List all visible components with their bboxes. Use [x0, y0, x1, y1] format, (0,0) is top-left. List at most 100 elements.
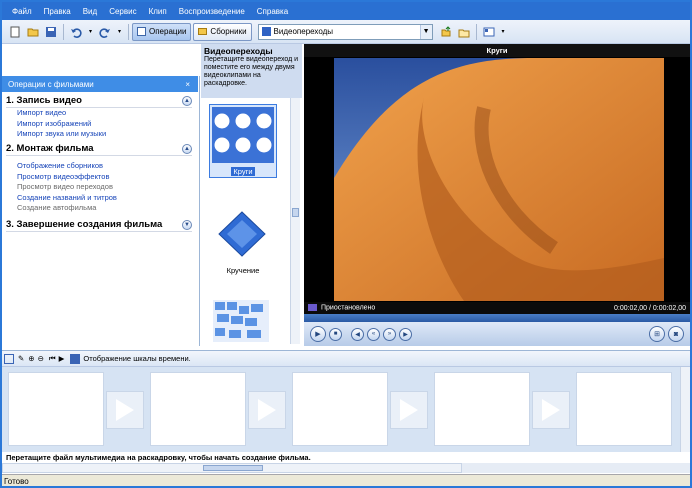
transition-circles[interactable]: Круги	[209, 104, 277, 178]
audio-levels-icon[interactable]: ✎	[18, 354, 24, 363]
seek-bar[interactable]	[304, 314, 690, 322]
timeline-icon[interactable]	[70, 353, 81, 364]
menu-clip[interactable]: Клип	[149, 7, 167, 16]
section-finish-title[interactable]: 3. Завершение создания фильма ▼	[6, 219, 192, 232]
rewind-storyboard-icon[interactable]: ⏮	[49, 354, 56, 364]
tasks-button[interactable]: Операции	[132, 22, 192, 41]
section-edit-label: 2. Монтаж фильма	[6, 143, 94, 154]
redo-dropdown-icon[interactable]: ▾	[116, 25, 123, 39]
storyboard-slot[interactable]	[150, 372, 246, 446]
toolbar-separator	[63, 23, 64, 40]
split-icon[interactable]: ⊞	[649, 326, 665, 342]
player-status-text: Приостановлено	[321, 304, 376, 312]
undo-dropdown-icon[interactable]: ▾	[87, 25, 94, 39]
player-icon	[308, 304, 317, 312]
forward-icon[interactable]: »	[383, 327, 396, 341]
movie-tasks-title: Операции с фильмами	[8, 79, 94, 89]
scrollbar-thumb[interactable]	[203, 465, 263, 471]
section-capture-title[interactable]: 1. Запись видео ▲	[6, 95, 192, 108]
next-frame-icon[interactable]: ▶	[399, 327, 412, 341]
section-capture: 1. Запись видео ▲ Импорт видео Импорт из…	[6, 95, 192, 140]
storyboard-toolbar: ✎ ⊕ ⊖ ⏮ ▶ Отображение шкалы времени.	[2, 350, 690, 367]
chevron-up-icon[interactable]: ▲	[182, 143, 192, 154]
section-edit-title[interactable]: 2. Монтаж фильма ▲	[6, 143, 192, 156]
tasks-icon	[137, 27, 146, 36]
open-folder-icon[interactable]	[26, 25, 40, 39]
arrow-icon	[116, 399, 134, 421]
rewind-icon[interactable]: «	[367, 327, 380, 341]
storyboard-slot[interactable]	[292, 372, 388, 446]
view-dropdown-icon[interactable]: ▾	[500, 25, 507, 39]
menu-view[interactable]: Вид	[83, 7, 97, 16]
transition-slot[interactable]	[106, 391, 144, 429]
player-status-bar: Приостановлено 0:00:02,00 / 0:00:02,00	[304, 302, 690, 314]
link-view-effects[interactable]: Просмотр видеоэффектов	[17, 172, 192, 183]
link-import-images[interactable]: Импорт изображений	[17, 119, 192, 130]
menu-edit[interactable]: Правка	[44, 7, 71, 16]
collection-select[interactable]: Видеопереходы ▼	[257, 23, 433, 40]
storyboard-slot[interactable]	[576, 372, 672, 446]
chevron-down-icon[interactable]: ▼	[419, 24, 432, 39]
link-view-transitions: Просмотр видео переходов	[17, 182, 113, 191]
collections-button[interactable]: Сборники	[193, 22, 252, 41]
new-folder-icon[interactable]	[457, 25, 471, 39]
arrow-icon	[258, 399, 276, 421]
preview-title: Круги	[304, 44, 690, 57]
new-project-icon[interactable]	[8, 25, 22, 39]
transition-slot[interactable]	[390, 391, 428, 429]
transitions-title: Видеопереходы	[204, 46, 273, 56]
previous-frame-icon[interactable]: ◀	[351, 327, 364, 341]
stop-icon[interactable]: ■	[329, 327, 342, 341]
circles-thumbnail-icon	[212, 107, 274, 163]
pane-top-area	[2, 44, 200, 76]
storyboard-hscroll[interactable]	[2, 463, 462, 473]
menu-file[interactable]: Файл	[12, 7, 32, 16]
transition-spin[interactable]: Кручение	[209, 204, 277, 280]
transition-third[interactable]	[209, 296, 277, 344]
play-icon[interactable]: ▶	[310, 326, 326, 342]
menu-tools[interactable]: Сервис	[109, 7, 136, 16]
link-import-video[interactable]: Импорт видео	[17, 108, 192, 119]
transition-slot[interactable]	[532, 391, 570, 429]
section-finish-label: 3. Завершение создания фильма	[6, 219, 163, 230]
show-timeline-label[interactable]: Отображение шкалы времени.	[83, 354, 190, 363]
chevron-down-icon[interactable]: ▼	[182, 219, 192, 230]
transitions-description: Перетащите видеопереход и поместите его …	[204, 56, 299, 87]
zoom-out-icon[interactable]: ⊖	[38, 354, 44, 363]
link-automovie[interactable]: Создание автофильма	[17, 203, 192, 214]
up-level-icon[interactable]	[439, 25, 453, 39]
link-import-audio[interactable]: Импорт звука или музыки	[17, 129, 192, 140]
transitions-pane: Видеопереходы Перетащите видеопереход и …	[201, 44, 302, 346]
section-edit: 2. Монтаж фильма ▲ Отображение сборников…	[6, 143, 192, 214]
scrollbar-thumb[interactable]	[292, 208, 299, 217]
storyboard	[2, 367, 690, 452]
storyboard-slot[interactable]	[434, 372, 530, 446]
collections-label: Сборники	[210, 27, 247, 36]
storyboard-slot[interactable]	[8, 372, 104, 446]
menu-help[interactable]: Справка	[257, 7, 288, 16]
spin-thumbnail-icon	[218, 211, 266, 257]
snapshot-icon[interactable]: ◙	[668, 326, 684, 342]
view-options-icon[interactable]	[482, 25, 496, 39]
save-icon[interactable]	[44, 25, 58, 39]
toolbar-separator	[128, 23, 129, 40]
redo-icon[interactable]	[98, 25, 112, 39]
menu-bar: Файл Правка Вид Сервис Клип Воспроизведе…	[2, 2, 690, 20]
transitions-scrollbar[interactable]	[290, 98, 300, 344]
menu-play[interactable]: Воспроизведение	[179, 7, 245, 16]
undo-icon[interactable]	[69, 25, 83, 39]
zoom-in-icon[interactable]: ⊕	[28, 354, 34, 363]
play-storyboard-icon[interactable]: ▶	[59, 354, 65, 363]
section-finish: 3. Завершение создания фильма ▼	[6, 219, 192, 232]
link-titles-credits[interactable]: Создание названий и титров	[17, 193, 192, 204]
storyboard-icon[interactable]	[4, 353, 14, 364]
arrow-icon	[400, 399, 418, 421]
transition-slot[interactable]	[248, 391, 286, 429]
storyboard-vscroll[interactable]	[680, 367, 690, 463]
close-icon[interactable]: ×	[185, 80, 190, 89]
preview-player: Круги Приостановлено 0:00:02,00 / 0:00:0…	[304, 44, 690, 346]
link-show-collections[interactable]: Отображение сборников	[17, 161, 192, 172]
scroll-filler	[462, 463, 690, 473]
chevron-up-icon[interactable]: ▲	[182, 95, 192, 106]
player-status: Приостановлено	[308, 304, 376, 312]
